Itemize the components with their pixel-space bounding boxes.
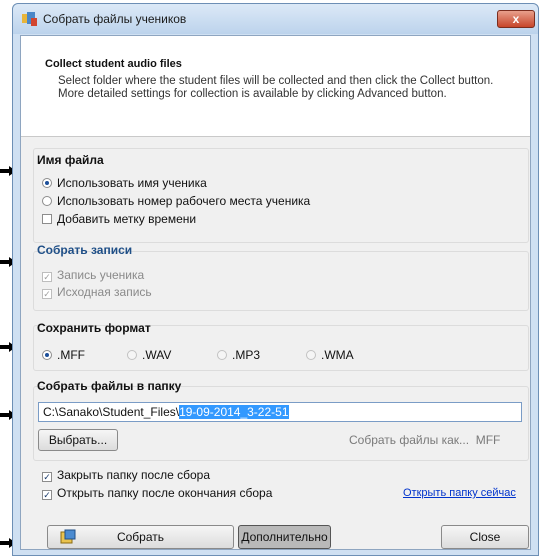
- title-bar[interactable]: Собрать файлы учеников x: [13, 4, 538, 34]
- radio-icon: [127, 350, 137, 360]
- checkbox-icon: ✓: [42, 272, 52, 282]
- collect-icon: [60, 529, 76, 544]
- radio-icon: [42, 178, 52, 188]
- format-group-title: Сохранить формат: [37, 321, 151, 335]
- records-group-title: Собрать записи: [37, 243, 133, 257]
- dialog-body: Collect student audio files Select folde…: [20, 35, 531, 550]
- browse-button[interactable]: Выбрать...: [38, 429, 118, 451]
- checkbox-close-folder[interactable]: ✓ Закрыть папку после сбора: [42, 468, 210, 482]
- collect-as-label: Собрать файлы как... MFF: [349, 433, 501, 447]
- close-button[interactable]: Close: [441, 525, 529, 549]
- checkbox-open-folder[interactable]: ✓ Открыть папку после окончания сбора: [42, 486, 272, 500]
- checkbox-student-record[interactable]: ✓ Запись ученика: [42, 268, 144, 282]
- collect-button[interactable]: Собрать: [47, 525, 234, 549]
- radio-format-mp3[interactable]: .MP3: [217, 348, 260, 362]
- collect-as-value: MFF: [475, 433, 501, 447]
- folder-path-input[interactable]: C:\Sanako\Student_Files\19-09-2014_3-22-…: [38, 402, 522, 422]
- collect-files-dialog: Собрать файлы учеников x Collect student…: [12, 3, 539, 556]
- collect-label: Собрать: [116, 530, 165, 544]
- radio-icon: [217, 350, 227, 360]
- open-folder-now-link[interactable]: Открыть папку сейчас: [403, 487, 516, 499]
- radio-student-name[interactable]: Использовать имя ученика: [42, 176, 207, 190]
- radio-format-wma[interactable]: .WMA: [306, 348, 354, 362]
- close-window-button[interactable]: x: [497, 10, 535, 28]
- checkbox-icon: ✓: [42, 472, 52, 482]
- radio-icon: [42, 350, 52, 360]
- radio-workstation-number[interactable]: Использовать номер рабочего места ученик…: [42, 194, 310, 208]
- filename-group-title: Имя файла: [37, 153, 104, 167]
- app-icon: [22, 12, 37, 26]
- header-description: Select folder where the student files wi…: [58, 75, 494, 100]
- dialog-header: Collect student audio files Select folde…: [21, 36, 530, 137]
- radio-format-wav[interactable]: .WAV: [127, 348, 171, 362]
- radio-icon: [42, 196, 52, 206]
- checkbox-timestamp[interactable]: Добавить метку времени: [42, 212, 196, 226]
- advanced-button[interactable]: Дополнительно: [238, 525, 331, 549]
- window-title: Собрать файлы учеников: [43, 12, 187, 26]
- checkbox-icon: [42, 214, 52, 224]
- radio-format-mff[interactable]: .MFF: [42, 348, 85, 362]
- checkbox-icon: ✓: [42, 490, 52, 500]
- header-title: Collect student audio files: [45, 58, 182, 70]
- folder-group-title: Собрать файлы в папку: [37, 379, 182, 393]
- checkbox-source-record[interactable]: ✓ Исходная запись: [42, 285, 152, 299]
- checkbox-icon: ✓: [42, 289, 52, 299]
- radio-icon: [306, 350, 316, 360]
